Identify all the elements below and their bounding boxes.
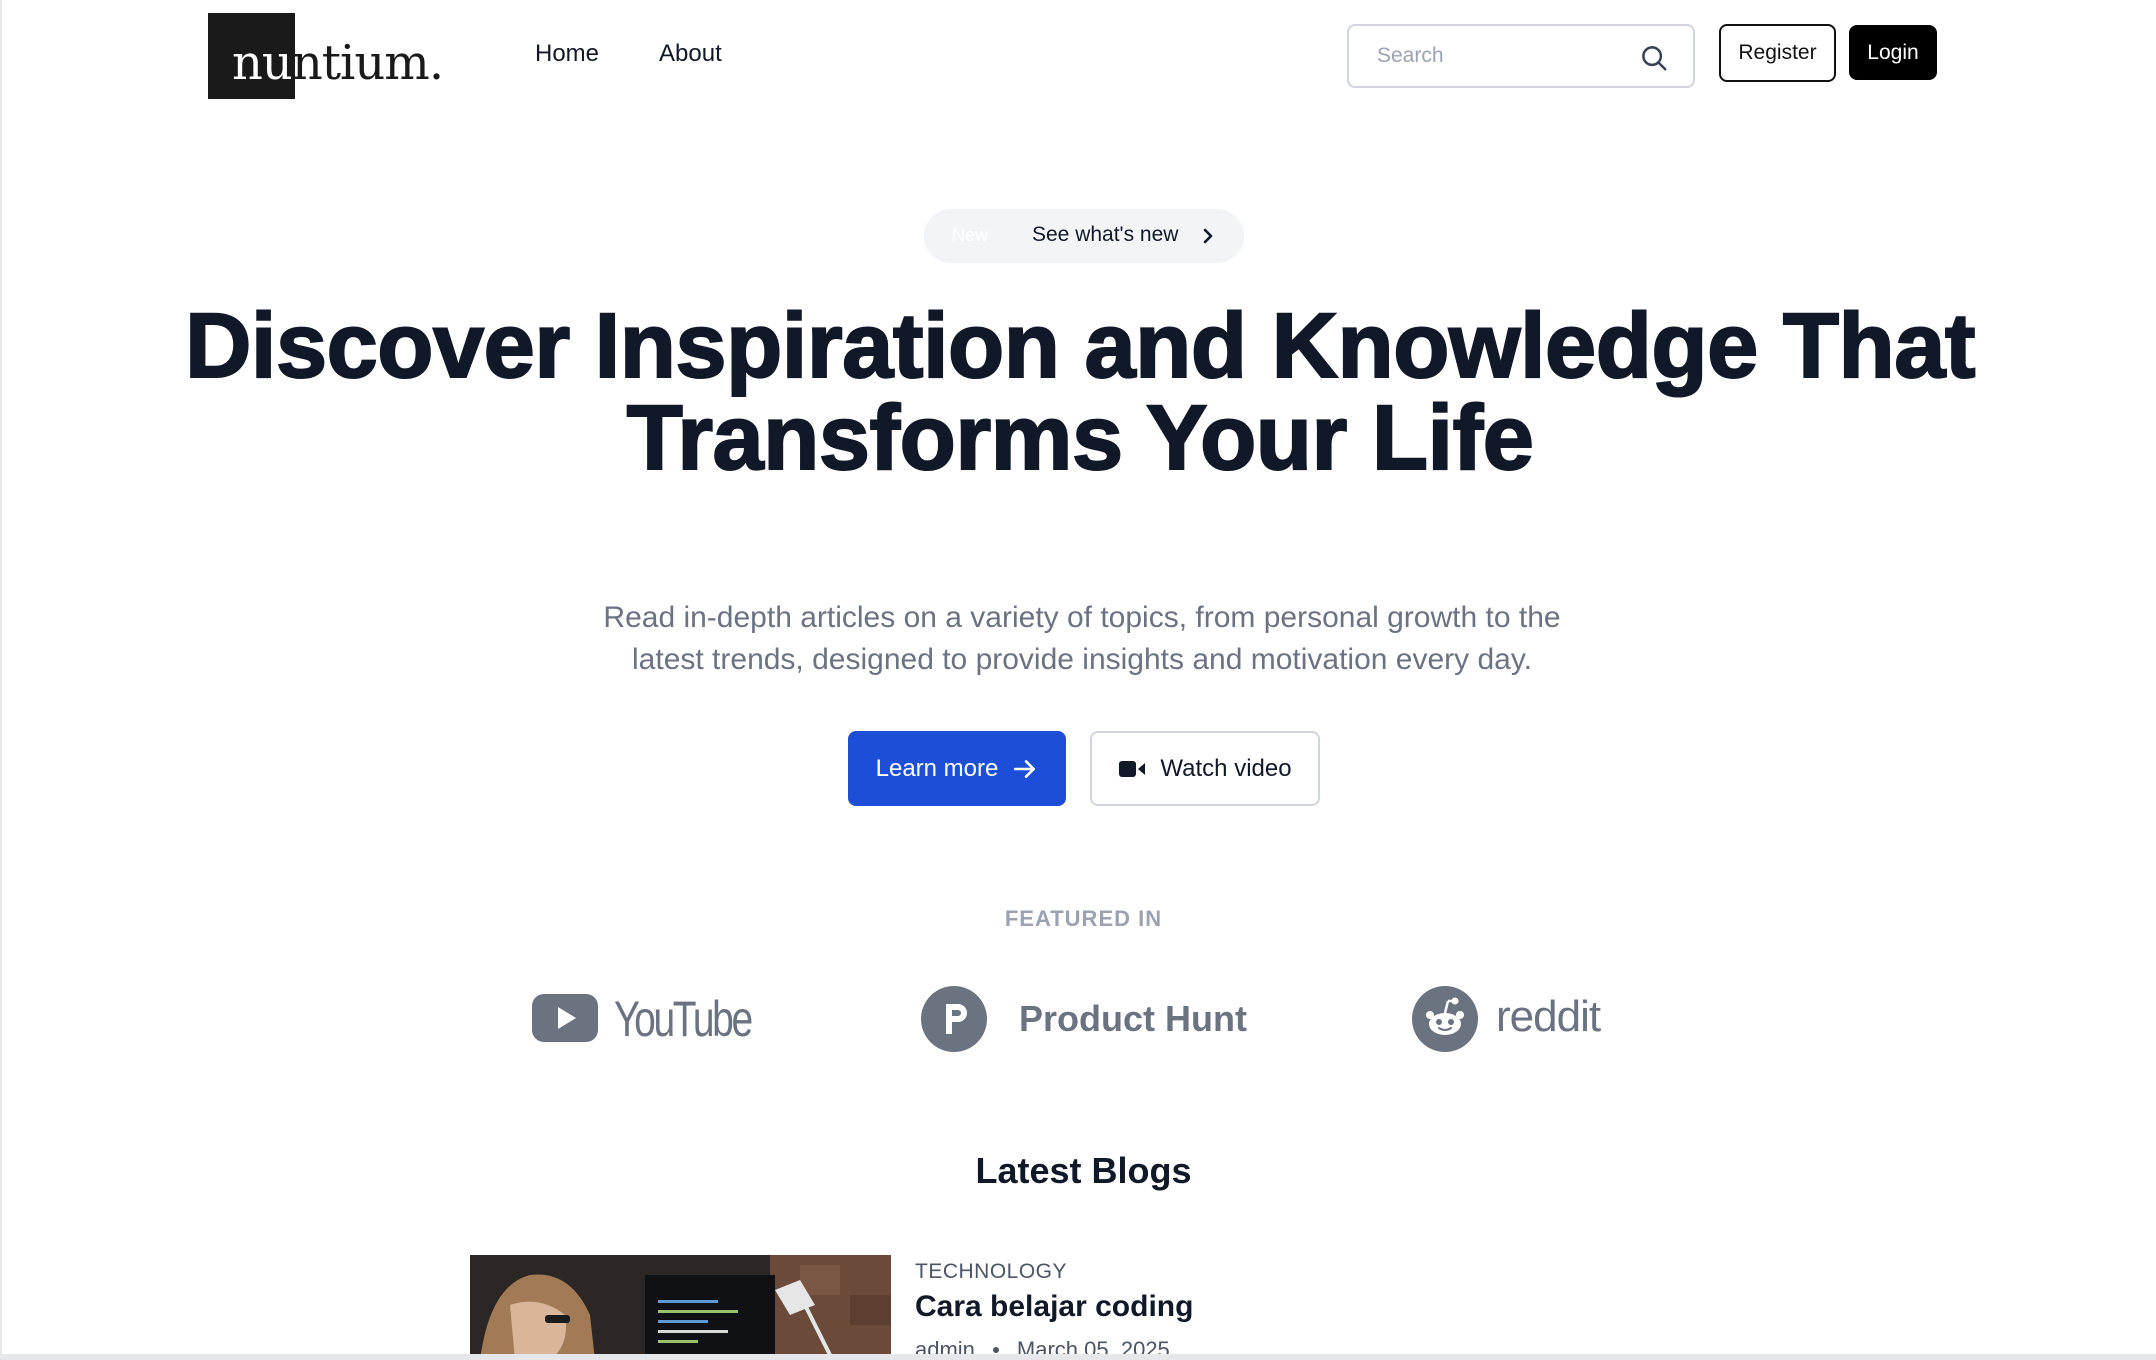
new-badge: New bbox=[952, 225, 989, 245]
login-button[interactable]: Login bbox=[1849, 25, 1937, 80]
blog-post-category[interactable]: TECHNOLOGY bbox=[915, 1260, 1067, 1284]
youtube-logo: YouTube bbox=[532, 990, 753, 1050]
reddit-alien-icon bbox=[1412, 986, 1478, 1052]
chevron-right-icon bbox=[1203, 228, 1213, 244]
announcement-text: See what's new bbox=[1032, 223, 1179, 246]
search-icon[interactable] bbox=[1639, 43, 1669, 73]
latest-blogs-title: Latest Blogs bbox=[975, 1150, 1192, 1191]
reddit-wordmark: reddit bbox=[1496, 992, 1601, 1041]
youtube-play-icon bbox=[532, 994, 598, 1042]
reddit-logo: reddit bbox=[1412, 986, 1612, 1052]
video-camera-icon bbox=[1119, 760, 1146, 777]
watch-video-label: Watch video bbox=[1160, 754, 1292, 782]
brand-logo[interactable]: nuntium. bbox=[208, 13, 468, 99]
blog-post-thumbnail[interactable] bbox=[470, 1255, 891, 1356]
learn-more-button[interactable]: Learn more bbox=[848, 731, 1066, 806]
arrow-right-icon bbox=[1014, 759, 1036, 778]
search-box bbox=[1347, 24, 1695, 88]
page: nuntium. Home About Register Login New S… bbox=[0, 0, 2156, 1356]
blog-post-title[interactable]: Cara belajar coding bbox=[915, 1290, 1193, 1324]
byline-separator bbox=[992, 1347, 999, 1353]
register-button[interactable]: Register bbox=[1719, 24, 1836, 82]
nav-about[interactable]: About bbox=[659, 40, 722, 68]
site-header: nuntium. Home About Register Login bbox=[2, 0, 2156, 110]
featured-label: FEATURED IN bbox=[1004, 906, 1163, 931]
search-input[interactable] bbox=[1377, 40, 1627, 72]
logo-wordmark: nuntium. bbox=[232, 35, 444, 91]
watch-video-button[interactable]: Watch video bbox=[1090, 731, 1320, 806]
viewport-bottom-edge bbox=[0, 1354, 2156, 1360]
product-hunt-logo: Product Hunt bbox=[921, 986, 1251, 1052]
main-nav: Home About bbox=[535, 40, 722, 68]
learn-more-label: Learn more bbox=[875, 754, 999, 782]
hero-subtext: Read in-depth articles on a variety of t… bbox=[603, 601, 1561, 676]
nav-home[interactable]: Home bbox=[535, 40, 599, 68]
announcement-pill[interactable]: New See what's new bbox=[924, 209, 1244, 263]
youtube-wordmark: YouTube bbox=[614, 991, 753, 1047]
product-hunt-wordmark: Product Hunt bbox=[1019, 998, 1247, 1039]
thumbnail-illustration bbox=[470, 1255, 891, 1356]
product-hunt-icon bbox=[921, 986, 987, 1052]
hero-headline: Discover Inspiration and Knowledge That … bbox=[184, 295, 1977, 489]
